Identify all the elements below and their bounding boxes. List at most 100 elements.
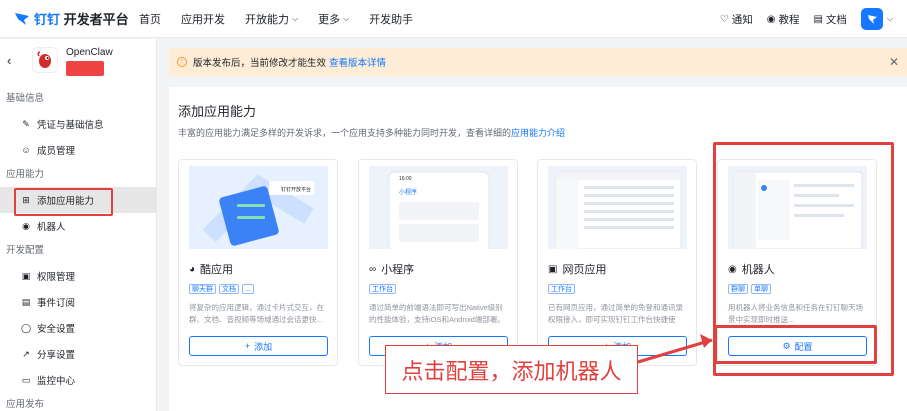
- user-avatar[interactable]: [860, 8, 883, 30]
- notify-label: 通知: [731, 13, 753, 26]
- nav-label: 开放能力: [245, 13, 289, 26]
- miniapp-preview: 16:00 小程序: [369, 166, 508, 249]
- nav-home[interactable]: 首页: [139, 11, 161, 27]
- sidebar-item-share[interactable]: ↗ 分享设置: [0, 341, 156, 367]
- configure-button-highlight: [714, 325, 877, 364]
- app-name: OpenClaw: [66, 47, 113, 58]
- book-icon: ▤: [813, 13, 823, 25]
- card-tags: 工作台: [548, 284, 578, 294]
- chevron-down-icon: ⌵: [292, 13, 299, 23]
- sidebar-item-label: 凭证与基础信息: [37, 120, 104, 131]
- robot-icon: ◉: [22, 220, 30, 231]
- plus-icon: +: [244, 341, 251, 351]
- tag: 文档: [219, 284, 239, 294]
- version-notice-banner: ! 版本发布后，当前修改才能生效 查看版本详情 ✕: [169, 48, 907, 76]
- infinity-icon: ∞: [369, 263, 377, 275]
- sidebar-item-monitor[interactable]: ▭ 监控中心: [0, 367, 156, 393]
- avatar-icon: [867, 15, 877, 24]
- webapp-preview: [548, 166, 687, 249]
- sidebar-item-label: 监控中心: [37, 376, 76, 387]
- tutorial-label: 教程: [778, 13, 800, 26]
- card-description: 将复杂的应用逻辑，通过卡片式交互，在群、文档、音视频等场域通过会话更快...: [189, 303, 324, 324]
- brand-prefix: 钉钉: [34, 12, 61, 27]
- miniapp-illustration: 16:00 小程序: [369, 166, 508, 249]
- app-header: ‹ OpenClaw: [0, 39, 156, 87]
- card-name: 网页应用: [562, 264, 607, 276]
- nav-open-capability[interactable]: 开放能力 ⌵: [245, 11, 298, 27]
- annotation-callout: 点击配置，添加机器人: [385, 345, 638, 394]
- card-title: ∞ 小程序: [369, 261, 414, 277]
- notify-link[interactable]: ♡ 通知: [720, 12, 753, 27]
- claw-mascot-icon: [37, 51, 51, 68]
- card-name: 酷应用: [200, 264, 234, 276]
- docs-label: 文档: [825, 13, 847, 26]
- card-description: 通过简单的前端语法即可写出Native级别的性能体验，支持iOS和Android…: [369, 303, 505, 324]
- sidebar-item-members[interactable]: ☺ 成员管理: [0, 137, 156, 163]
- close-icon[interactable]: ✕: [889, 55, 899, 69]
- grid-plus-icon: ⊞: [22, 194, 30, 205]
- chevron-down-icon: ⌵: [343, 13, 350, 23]
- user-icon: ☺: [21, 145, 31, 155]
- nav-more[interactable]: 更多 ⌵: [318, 11, 349, 27]
- brand-suffix: 开发者平台: [60, 12, 129, 27]
- tag: 聊天群: [189, 284, 216, 294]
- sidebar-item-label: 事件订阅: [37, 298, 76, 309]
- monitor-icon: ▭: [21, 374, 31, 385]
- sidebar-item-label: 成员管理: [37, 146, 76, 157]
- shield-icon: ◯: [20, 322, 32, 333]
- app-status-badge: [66, 61, 104, 76]
- tag: 工作台: [369, 284, 396, 294]
- nav-app-dev[interactable]: 应用开发: [181, 11, 225, 27]
- page-description: 丰富的应用能力满足多样的开发诉求，一个应用支持多种能力同时开发，查看详细的应用能…: [178, 126, 565, 139]
- bell-icon: ♡: [719, 13, 729, 25]
- docs-link[interactable]: ▤ 文档: [813, 12, 846, 27]
- card-title: ▣ 网页应用: [548, 261, 606, 277]
- sidebar-item-security[interactable]: ◯ 安全设置: [0, 315, 156, 341]
- section-capability: 应用能力: [6, 169, 45, 180]
- sidebar-item-label: 安全设置: [37, 324, 76, 335]
- card-tags: 聊天群 文档 ...: [189, 284, 257, 294]
- nav-label: 开发助手: [369, 13, 414, 26]
- version-detail-link[interactable]: 查看版本详情: [329, 55, 386, 69]
- capability-card-webapp: ▣ 网页应用 工作台 已有网页应用，通过简单的免登和通讯录权限接入，即可实现钉钉工…: [537, 159, 697, 366]
- sidebar-item-label: 权限管理: [37, 272, 76, 283]
- chevron-down-icon[interactable]: ⌵: [887, 14, 893, 24]
- button-label: 添加: [254, 341, 273, 352]
- cool-app-preview: 钉钉开放平台: [189, 166, 328, 249]
- card-description: 已有网页应用，通过简单的免登和通讯录权限接入，即可实现钉钉工作台快捷使用。: [548, 303, 683, 324]
- capability-card-miniapp: 16:00 小程序 ∞ 小程序 工作台 通过简单的前端语法即可写出Native级别…: [358, 159, 518, 366]
- section-publish: 应用发布: [6, 399, 45, 410]
- webapp-illustration: [548, 166, 687, 249]
- top-nav: 钉钉 开发者平台 首页 应用开发 开放能力 ⌵ 更多 ⌵ 开发助手 ♡ 通知 ◉ 教程 …: [0, 0, 907, 38]
- location-pin-icon: ◉: [766, 13, 776, 25]
- info-icon: !: [177, 57, 187, 67]
- page-title: 添加应用能力: [178, 104, 257, 119]
- card-name: 小程序: [381, 264, 415, 276]
- sidebar-item-robot[interactable]: ◉ 机器人: [0, 213, 156, 239]
- sidebar-item-add-capability[interactable]: ⊞ 添加应用能力: [0, 187, 156, 216]
- miniapp-time: 16:00: [399, 176, 412, 182]
- capability-intro-link[interactable]: 应用能力介绍: [511, 128, 565, 138]
- back-arrow-icon[interactable]: ‹: [7, 53, 11, 68]
- nav-dev-assistant[interactable]: 开发助手: [369, 11, 413, 27]
- tag: ...: [242, 284, 254, 294]
- cool-app-illustration: 钉钉开放平台: [189, 166, 328, 249]
- browser-window-icon: ▣: [548, 263, 558, 275]
- dingtalk-logo-icon: [15, 12, 29, 25]
- sidebar: ‹ OpenClaw 基础信息 ✎ 凭证与基础信息 ☺ 成员管理 应用能力 ⊞ 添加应…: [0, 39, 157, 411]
- brand-logo[interactable]: 钉钉 开发者平台: [14, 9, 139, 28]
- sidebar-item-credentials[interactable]: ✎ 凭证与基础信息: [0, 111, 156, 137]
- tag: 工作台: [548, 284, 575, 294]
- nav-label: 首页: [139, 13, 161, 26]
- section-dev-config: 开发配置: [6, 245, 45, 256]
- sidebar-item-permissions[interactable]: ▣ 权限管理: [0, 263, 156, 289]
- credential-icon: ✎: [22, 118, 30, 129]
- sidebar-item-events[interactable]: ▤ 事件订阅: [0, 289, 156, 315]
- lock-icon: ▣: [21, 270, 31, 281]
- tutorial-link[interactable]: ◉ 教程: [767, 12, 800, 27]
- add-cool-app-button[interactable]: + 添加: [189, 336, 328, 356]
- miniapp-thumb-title: 小程序: [399, 188, 417, 196]
- cool-app-caption: 钉钉开放平台: [281, 186, 311, 193]
- capability-card-cool-app: 钉钉开放平台 ◕ 酷应用 聊天群 文档 ... 将复杂的应用逻辑，通过卡片式交互，…: [178, 159, 338, 366]
- sidebar-item-label: 添加应用能力: [37, 196, 95, 207]
